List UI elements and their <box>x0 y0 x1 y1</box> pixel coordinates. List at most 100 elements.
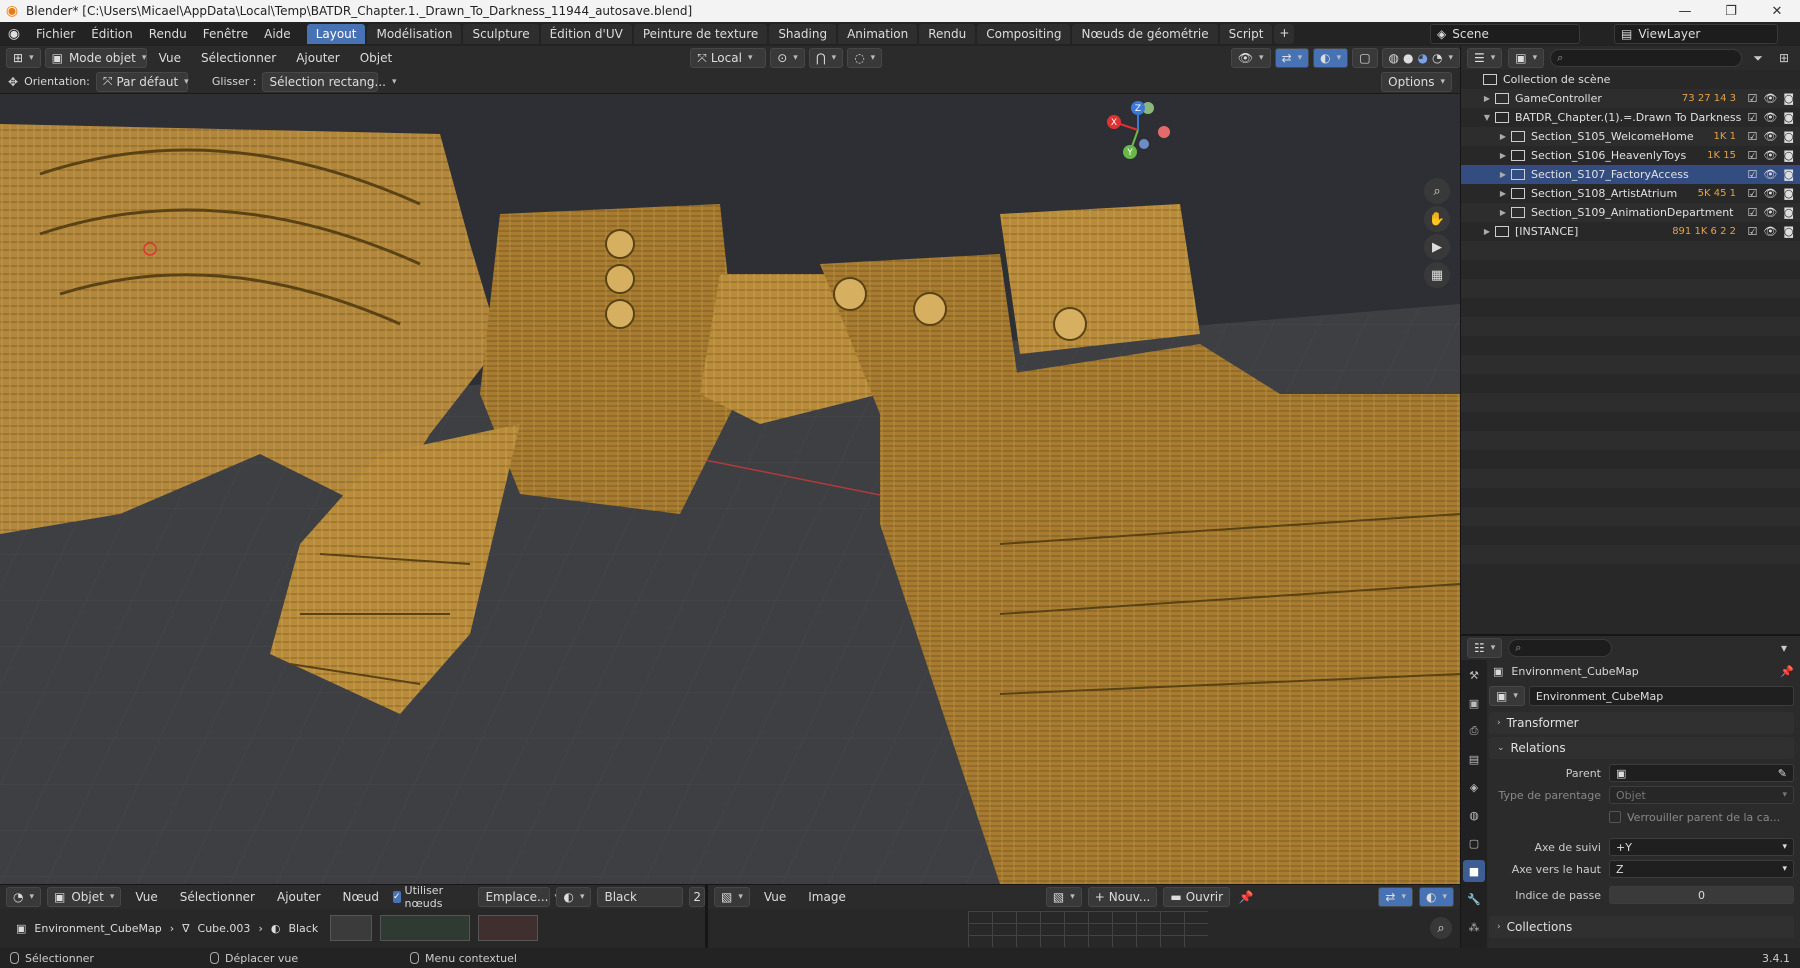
properties-editor-type[interactable]: ☷ ▾ <box>1467 638 1503 658</box>
scene-tab-icon[interactable]: ◈ <box>1463 776 1485 798</box>
particles-tab-icon[interactable]: ⁂ <box>1463 916 1485 938</box>
image-menu-view[interactable]: Vue <box>756 885 794 909</box>
node-menu-select[interactable]: Sélectionner <box>172 885 263 909</box>
material-users-count[interactable]: 2 <box>689 887 705 907</box>
gizmo-toggle[interactable]: ⇄ ▾ <box>1274 48 1310 68</box>
expand-right-icon[interactable]: ▶ <box>1481 227 1493 236</box>
tab-texture-paint[interactable]: Peinture de texture <box>633 24 768 44</box>
output-tab-icon[interactable]: ⎙ <box>1463 720 1485 742</box>
navigation-gizmo[interactable]: Z X Y <box>1104 100 1172 162</box>
image-gizmo-toggle[interactable]: ⇄ ▾ <box>1378 887 1413 907</box>
pin-icon[interactable]: 📌 <box>1780 665 1794 678</box>
menu-help[interactable]: Aide <box>256 22 299 46</box>
view-layer-tab-icon[interactable]: ▤ <box>1463 748 1485 770</box>
panel-relations[interactable]: ⌄ Relations <box>1489 737 1794 759</box>
expand-right-icon[interactable]: ▶ <box>1497 208 1509 217</box>
viewport-menu-object[interactable]: Objet <box>352 46 400 70</box>
new-collection-icon[interactable]: ⊞ <box>1774 48 1794 68</box>
zoom-icon[interactable]: ⌕ <box>1424 178 1450 204</box>
material-slot-dropdown[interactable]: Emplace...▾ <box>478 887 559 907</box>
checkbox-icon[interactable]: ☑ <box>1747 111 1757 124</box>
eye-icon[interactable]: 👁 <box>1763 92 1777 105</box>
image-editor-type[interactable]: ▧ ▾ <box>714 887 750 907</box>
render-camera-icon[interactable]: ◙ <box>1783 225 1794 238</box>
outliner-row[interactable]: ▶ Section_S108_ArtistAtrium 5K 45 1 ☑ 👁 ◙ <box>1461 184 1800 203</box>
filter-icon[interactable]: ⏷ <box>1748 48 1768 68</box>
properties-options-icon[interactable]: ▾ <box>1774 638 1794 658</box>
tab-animation[interactable]: Animation <box>838 24 918 44</box>
node-thumbnail[interactable] <box>330 915 373 941</box>
node-menu-add[interactable]: Ajouter <box>269 885 329 909</box>
collection-tab-icon[interactable]: ▢ <box>1463 832 1485 854</box>
material-browse-dropdown[interactable]: ◐ ▾ <box>556 887 592 907</box>
outliner-search-input[interactable]: ⌕ <box>1550 49 1742 67</box>
visibility-dropdown[interactable]: 👁 ▾ <box>1230 48 1271 68</box>
eyedropper-icon[interactable]: ✎ <box>1778 767 1787 780</box>
node-menu-node[interactable]: Nœud <box>335 885 387 909</box>
camera-icon[interactable]: ▶ <box>1424 234 1450 260</box>
close-icon[interactable]: ✕ <box>1754 0 1800 22</box>
eye-icon[interactable]: 👁 <box>1763 111 1777 124</box>
expand-right-icon[interactable]: ▶ <box>1481 94 1493 103</box>
tab-sculpting[interactable]: Sculpture <box>463 24 539 44</box>
options-dropdown[interactable]: Options ▾ <box>1381 71 1452 92</box>
menu-file[interactable]: Fichier <box>28 22 83 46</box>
eye-icon[interactable]: 👁 <box>1763 130 1777 143</box>
lock-parent-checkbox[interactable] <box>1609 811 1621 823</box>
orientation-dropdown[interactable]: ⤧ Par défaut ▾ <box>95 71 189 92</box>
outliner-row[interactable]: ▶ Section_S105_WelcomeHome 1K 1 ☑ 👁 ◙ <box>1461 127 1800 146</box>
editor-type-dropdown[interactable]: ⊞ ▾ <box>6 48 41 68</box>
object-tab-icon[interactable]: ■ <box>1463 860 1485 882</box>
wireframe-shading-icon[interactable]: ◍ <box>1389 51 1399 65</box>
checkbox-icon[interactable]: ☑ <box>1747 206 1757 219</box>
material-name-field[interactable]: Black <box>597 887 684 907</box>
modifier-tab-icon[interactable]: 🔧 <box>1463 888 1485 910</box>
menu-window[interactable]: Fenêtre <box>195 22 256 46</box>
gizmo-z-neg[interactable] <box>1139 139 1149 149</box>
render-camera-icon[interactable]: ◙ <box>1783 206 1794 219</box>
outliner-row[interactable]: ▶ Section_S106_HeavenlyToys 1K 15 ☑ 👁 ◙ <box>1461 146 1800 165</box>
image-menu-image[interactable]: Image <box>800 885 854 909</box>
tab-rendering[interactable]: Rendu <box>919 24 976 44</box>
image-canvas-grid[interactable] <box>968 911 1208 947</box>
checkbox-icon[interactable]: ☑ <box>1747 225 1757 238</box>
panel-transform[interactable]: › Transformer <box>1489 712 1794 734</box>
datablock-name-field[interactable]: Environment_CubeMap <box>1528 686 1794 706</box>
menu-render[interactable]: Rendu <box>141 22 195 46</box>
tab-shading[interactable]: Shading <box>769 24 837 44</box>
render-camera-icon[interactable]: ◙ <box>1783 168 1794 181</box>
checkbox-icon[interactable]: ☑ <box>1747 187 1757 200</box>
pin-image-icon[interactable]: 📌 <box>1236 887 1256 907</box>
eye-icon[interactable]: 👁 <box>1763 225 1777 238</box>
viewport-menu-add[interactable]: Ajouter <box>288 46 348 70</box>
view-layer-selector[interactable]: ▤ ViewLayer <box>1614 24 1778 44</box>
use-nodes-toggle[interactable]: ✓ Utiliser nœuds <box>393 884 452 910</box>
outliner-row[interactable]: ▼ BATDR_Chapter.(1).=.Drawn To Darkness ☑ 👁… <box>1461 108 1800 127</box>
perspective-grid-icon[interactable]: ▦ <box>1424 262 1450 288</box>
menu-edit[interactable]: Édition <box>83 22 141 46</box>
outliner-display-mode[interactable]: ▣ ▾ <box>1508 48 1545 68</box>
shading-mode-group[interactable]: ◍ ● ◕ ◔ ▾ <box>1381 48 1460 68</box>
minimize-icon[interactable]: — <box>1662 0 1708 22</box>
transform-orientation-dropdown[interactable]: ⤧ Local ▾ <box>690 48 767 68</box>
panel-collections[interactable]: › Collections <box>1489 916 1794 938</box>
checkbox-icon[interactable]: ☑ <box>1747 92 1757 105</box>
expand-right-icon[interactable]: ▶ <box>1497 132 1509 141</box>
parent-type-dropdown[interactable]: Objet ▾ <box>1609 786 1794 804</box>
render-camera-icon[interactable]: ◙ <box>1783 111 1794 124</box>
pan-hand-icon[interactable]: ✋ <box>1424 206 1450 232</box>
add-workspace-button[interactable]: + <box>1274 24 1295 44</box>
proportional-editing-toggle[interactable]: ◌ ▾ <box>847 48 883 68</box>
viewport-menu-view[interactable]: Vue <box>151 46 189 70</box>
world-tab-icon[interactable]: ◍ <box>1463 804 1485 826</box>
expand-right-icon[interactable]: ▶ <box>1497 151 1509 160</box>
expand-right-icon[interactable]: ▶ <box>1497 189 1509 198</box>
outliner-root-row[interactable]: Collection de scène <box>1461 70 1800 89</box>
rendered-shading-icon[interactable]: ◔ <box>1432 51 1442 65</box>
pivot-dropdown[interactable]: ⊙ ▾ <box>770 48 805 68</box>
render-camera-icon[interactable]: ◙ <box>1783 92 1794 105</box>
outliner-row[interactable]: ▶ Section_S107_FactoryAccess ☑ 👁 ◙ <box>1461 165 1800 184</box>
checkbox-icon[interactable]: ☑ <box>1747 130 1757 143</box>
render-camera-icon[interactable]: ◙ <box>1783 149 1794 162</box>
gizmo-x-neg[interactable] <box>1158 126 1170 138</box>
